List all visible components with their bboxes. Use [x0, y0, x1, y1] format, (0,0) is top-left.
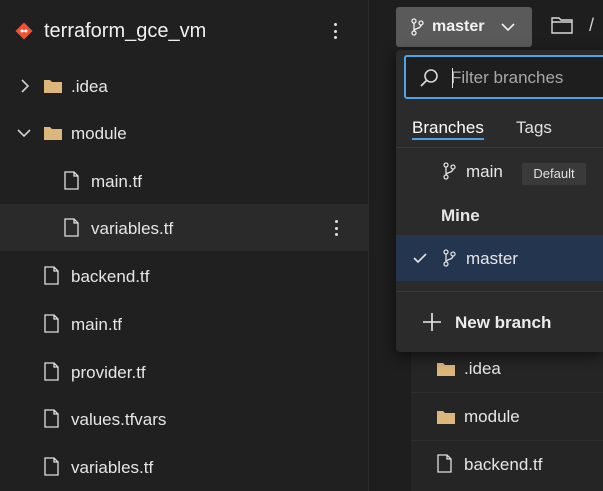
tree-item-module-main-tf[interactable]: main.tf [0, 157, 369, 204]
branch-name: master [466, 249, 518, 268]
tree-item-label: backend.tf [71, 267, 150, 286]
folder-icon [44, 127, 62, 140]
path-separator: / [589, 15, 595, 35]
tree-item-label: module [71, 124, 127, 143]
file-icon [44, 457, 59, 476]
file-icon [44, 314, 59, 333]
file-icon [44, 362, 59, 381]
folder-icon [437, 411, 455, 424]
list-item[interactable]: module [411, 392, 603, 440]
item-more-options-icon[interactable] [326, 217, 346, 239]
repo-header: terraform_gce_vm [0, 0, 369, 62]
list-item-label: module [464, 407, 520, 426]
tree-item-idea[interactable]: .idea [0, 62, 369, 109]
chevron-down-icon[interactable] [16, 125, 32, 141]
tree-item-backend-tf[interactable]: backend.tf [0, 252, 369, 299]
tab-branches[interactable]: Branches [412, 118, 484, 138]
default-badge: Default [522, 163, 586, 185]
branch-name: main [466, 162, 503, 181]
mine-section-label: Mine [441, 206, 480, 225]
branch-dropdown: Branches Tags main Default Mine master N… [396, 50, 603, 352]
file-icon [44, 409, 59, 428]
file-icon [64, 171, 79, 190]
tree-item-module[interactable]: module [0, 110, 369, 157]
content-file-list: .idea module backend.tf [411, 344, 603, 491]
active-tab-indicator [412, 138, 484, 140]
tree-item-label: values.tfvars [71, 410, 167, 429]
content-toolbar: master / [369, 0, 603, 56]
list-item-label: backend.tf [464, 455, 543, 474]
folder-icon [437, 363, 455, 376]
tree-item-label: .idea [71, 77, 108, 96]
file-explorer: terraform_gce_vm .idea module main.tf va… [0, 0, 369, 491]
file-icon [64, 218, 79, 237]
branch-picker-label: master [432, 18, 485, 35]
branch-icon [411, 18, 424, 36]
tree-item-label: provider.tf [71, 363, 146, 382]
filter-branches-input[interactable] [451, 65, 601, 91]
dropdown-divider [396, 291, 603, 292]
plus-icon [423, 313, 441, 331]
new-branch-button[interactable]: New branch [396, 302, 603, 344]
tree-item-provider-tf[interactable]: provider.tf [0, 348, 369, 395]
tree-item-variables-tf[interactable]: variables.tf [0, 443, 369, 490]
branch-tabs: Branches Tags [396, 108, 603, 148]
tab-tags[interactable]: Tags [516, 118, 552, 138]
search-icon [420, 69, 438, 87]
list-item[interactable]: backend.tf [411, 440, 603, 488]
repo-title[interactable]: terraform_gce_vm [44, 20, 206, 43]
tree-item-module-variables-tf[interactable]: variables.tf [0, 204, 369, 251]
tree-item-label: main.tf [91, 172, 143, 191]
repo-more-options-icon[interactable] [325, 20, 345, 42]
list-item-label: .idea [464, 359, 501, 378]
file-icon [44, 266, 59, 285]
folder-outline-icon[interactable] [551, 16, 573, 34]
git-logo-icon [15, 22, 33, 40]
branch-icon [443, 249, 456, 267]
new-branch-label: New branch [455, 313, 552, 332]
folder-icon [44, 80, 62, 93]
branch-item-master[interactable]: master [396, 235, 603, 281]
checkmark-icon [413, 253, 427, 264]
chevron-down-icon [501, 23, 515, 32]
chevron-right-icon[interactable] [17, 78, 33, 94]
tree-item-main-tf[interactable]: main.tf [0, 300, 369, 347]
branch-icon [443, 162, 456, 180]
tree-item-label: main.tf [71, 315, 123, 334]
branch-picker-button[interactable]: master [396, 7, 532, 47]
tree-item-values-tfvars[interactable]: values.tfvars [0, 395, 369, 442]
file-icon [437, 454, 452, 473]
tree-item-label: variables.tf [71, 458, 154, 477]
text-caret [452, 68, 453, 88]
filter-branches-field[interactable] [404, 55, 603, 99]
tree-item-label: variables.tf [91, 219, 174, 238]
